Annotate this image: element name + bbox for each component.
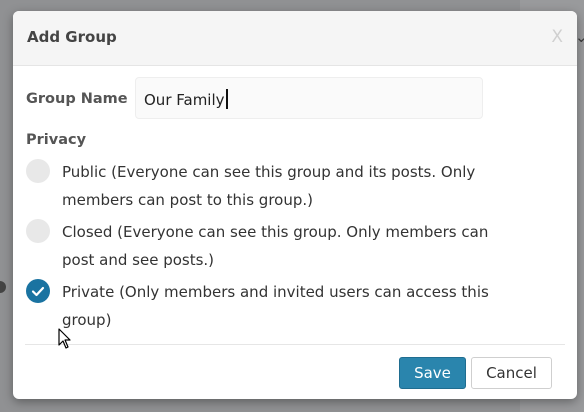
radio-closed[interactable] <box>26 219 50 243</box>
privacy-option-public-label: Public (Everyone can see this group and … <box>62 163 476 209</box>
cancel-button[interactable]: Cancel <box>471 357 552 389</box>
privacy-label: Privacy <box>26 132 87 148</box>
add-group-dialog: Add Group X Group Name Our Family Privac… <box>13 11 577 399</box>
mouse-pointer-icon <box>58 328 71 349</box>
check-icon <box>31 286 45 297</box>
dialog-header: Add Group X <box>13 11 577 66</box>
save-button[interactable]: Save <box>399 357 466 389</box>
privacy-option-closed-label: Closed (Everyone can see this group. Onl… <box>62 223 489 269</box>
close-icon[interactable]: X <box>551 27 563 47</box>
footer-divider <box>25 344 565 345</box>
privacy-option-private-label: Private (Only members and invited users … <box>62 283 489 329</box>
radio-private[interactable] <box>26 279 50 303</box>
text-caret <box>225 89 228 109</box>
radio-public[interactable] <box>26 159 50 183</box>
dialog-title: Add Group <box>27 28 117 46</box>
group-name-label: Group Name <box>26 91 128 107</box>
group-name-value: Our Family <box>144 89 228 109</box>
